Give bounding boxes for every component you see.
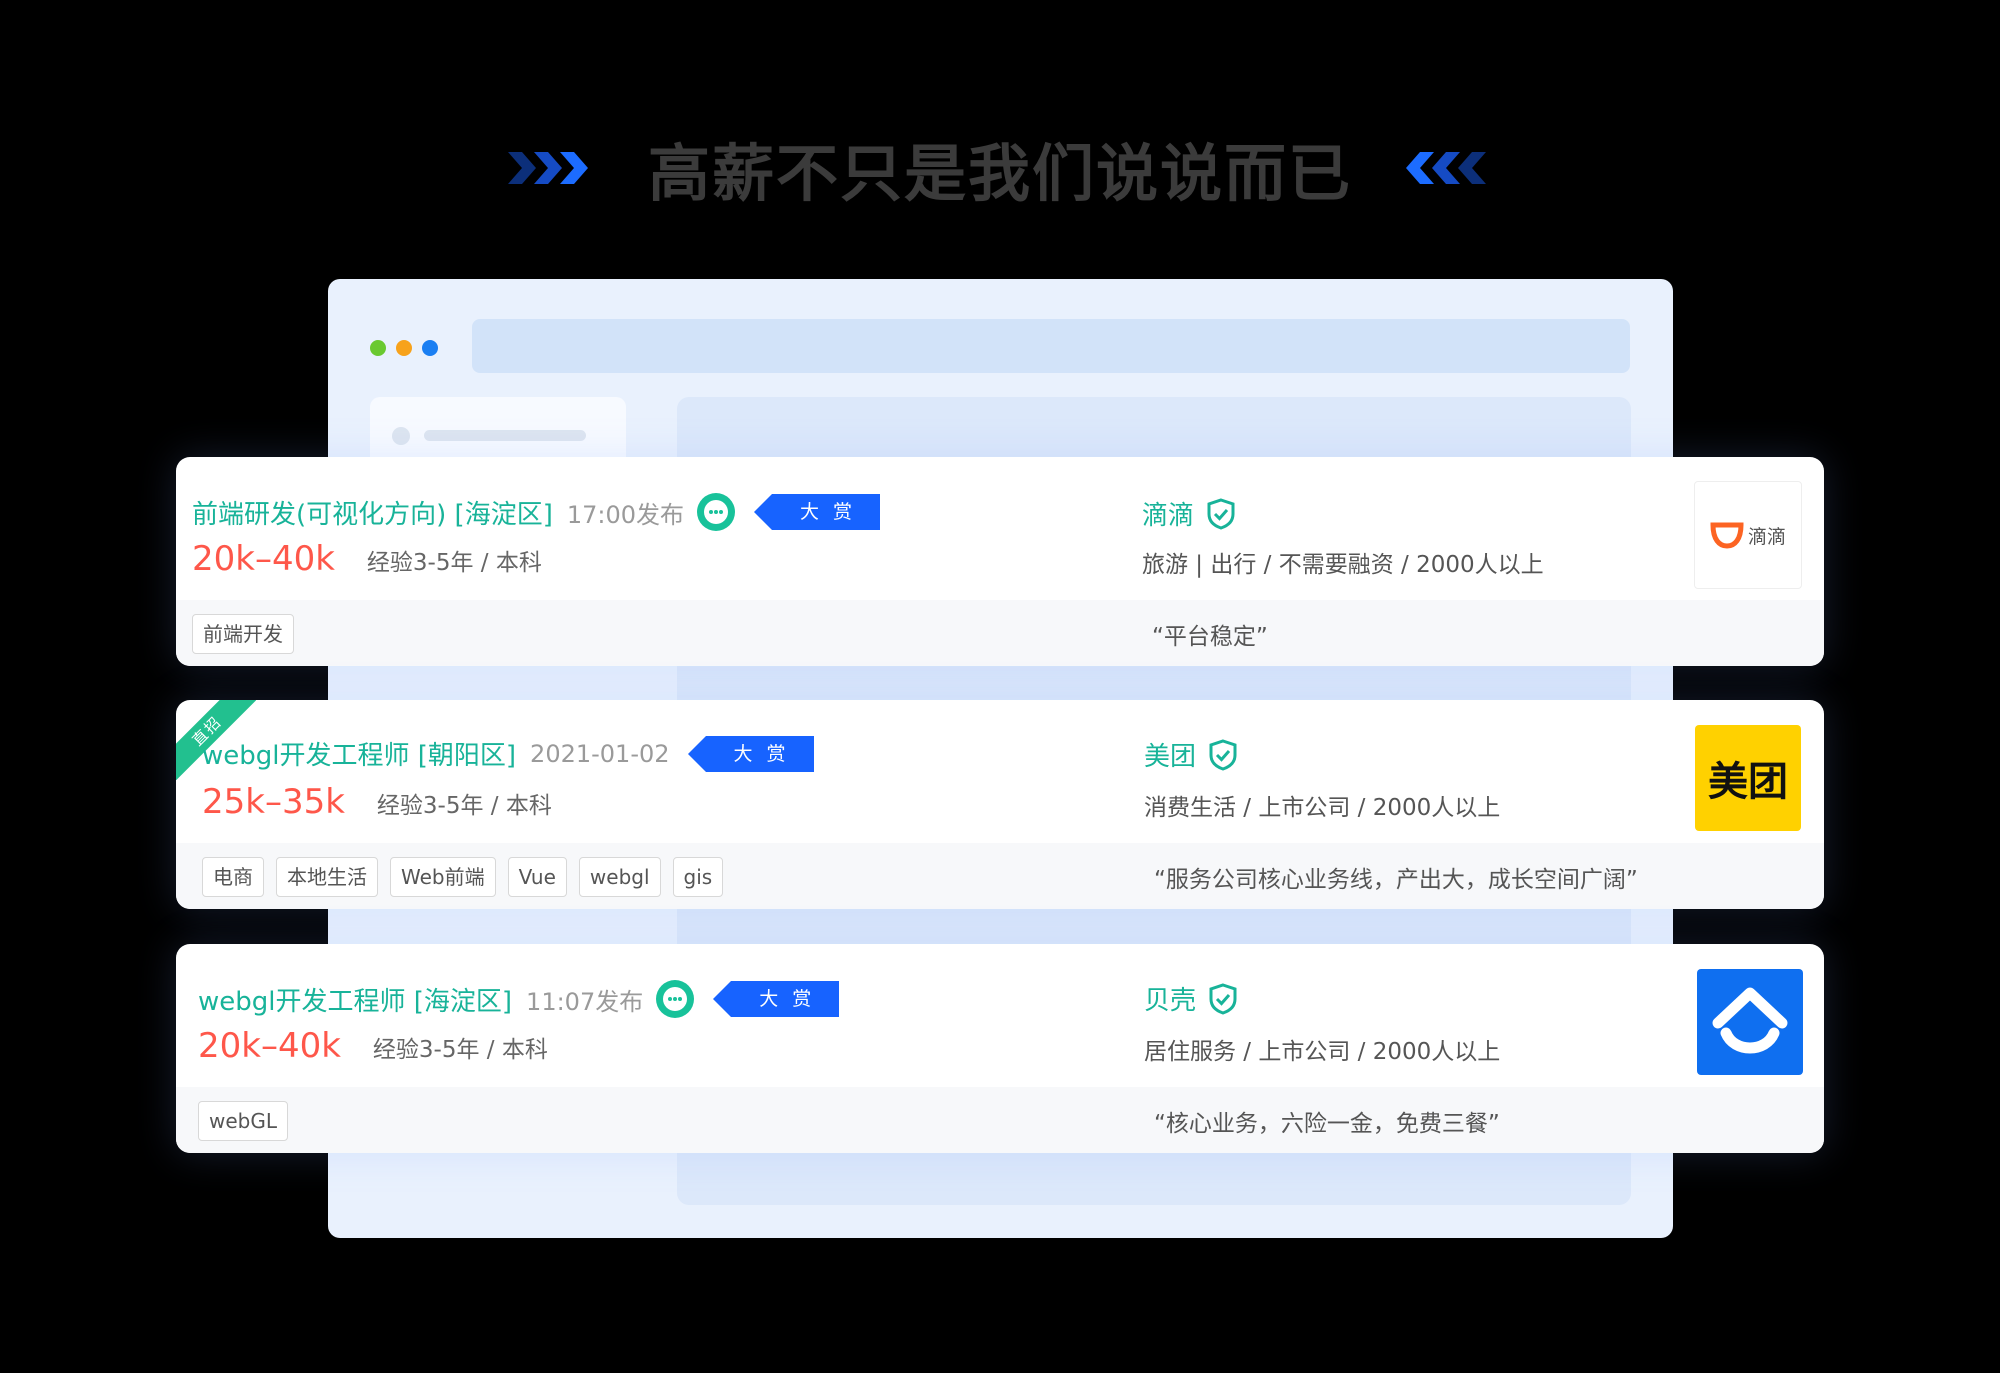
award-badge: 大赏 [687,735,814,772]
company-info: 消费生活 / 上市公司 / 2000人以上 [1144,795,1501,821]
company-row: 美团 [1144,736,1238,773]
tag[interactable]: gis [672,857,724,897]
award-badge-label: 大赏 [759,988,826,1010]
job-header: webgl开发工程师 [朝阳区] 2021-01-02 大赏 [202,735,814,772]
salary-row: 25k–35k 经验3-5年 / 本科 [202,782,552,822]
job-header: 前端研发(可视化方向) [海淀区] 17:00发布 大赏 [192,492,881,532]
verified-shield-icon [1207,497,1235,530]
requirements: 经验3-5年 / 本科 [376,793,552,819]
headline: 高薪不只是我们说说而已 [0,118,2000,218]
tag[interactable]: webgl [578,857,661,897]
salary-row: 20k–40k 经验3-5年 / 本科 [192,539,542,579]
job-time: 2021-01-02 [530,739,670,768]
salary: 25k–35k [202,782,345,822]
headline-title: 高薪不只是我们说说而已 [647,137,1352,210]
tag[interactable]: Web前端 [390,857,496,897]
window-dot-green [370,340,386,356]
company-row: 贝壳 [1144,980,1238,1017]
meituan-logo[interactable]: 美团 [1695,725,1801,831]
salary-row: 20k–40k 经验3-5年 / 本科 [198,1026,548,1066]
chat-bubble-icon[interactable] [655,979,695,1019]
job-title[interactable]: webgl开发工程师 [海淀区] [198,981,512,1018]
tag[interactable]: 本地生活 [276,857,378,897]
window-dot-blue [422,340,438,356]
job-title[interactable]: 前端研发(可视化方向) [海淀区] [192,494,553,531]
award-badge: 大赏 [754,494,881,530]
window-dot-orange [396,340,412,356]
award-badge-label: 大赏 [733,742,800,765]
salary: 20k–40k [198,1026,341,1066]
tag[interactable]: Vue [507,857,567,897]
beike-house-icon [1712,987,1788,1054]
card-footer [176,1087,1824,1153]
tag[interactable]: webGL [198,1101,288,1141]
address-bar [472,319,1630,373]
tag[interactable]: 电商 [202,857,264,897]
beike-logo[interactable] [1697,969,1803,1075]
job-time: 17:00发布 [566,500,685,529]
company-info: 居住服务 / 上市公司 / 2000人以上 [1144,1039,1501,1065]
meituan-logo-text: 美团 [1708,759,1788,805]
didi-mark-icon [1710,522,1744,549]
job-card-beike[interactable]: webgl开发工程师 [海淀区] 11:07发布 大赏 20k–40k 经验3-… [176,944,1824,1153]
company-name[interactable]: 滴滴 [1142,495,1194,532]
job-header: webgl开发工程师 [海淀区] 11:07发布 大赏 [198,979,840,1019]
didi-logo-text: 滴滴 [1747,525,1786,548]
company-quote: “平台稳定” [1152,624,1268,650]
chat-bubble-icon[interactable] [696,492,736,532]
job-title[interactable]: webgl开发工程师 [朝阳区] [202,735,516,772]
company-quote: “核心业务，六险一金，免费三餐” [1154,1111,1500,1137]
didi-logo[interactable]: 滴滴 [1694,481,1802,589]
sidebar-placeholder-dot [392,427,410,445]
verified-shield-icon [1209,738,1237,771]
company-name[interactable]: 美团 [1144,736,1196,773]
job-time: 11:07发布 [526,987,644,1016]
award-badge: 大赏 [713,981,840,1017]
award-badge-label: 大赏 [800,501,867,523]
tag[interactable]: 前端开发 [192,614,294,654]
job-card-meituan[interactable]: 直招 webgl开发工程师 [朝阳区] 2021-01-02 大赏 25k–35… [176,700,1824,909]
chevrons-left-icon [1406,152,1486,184]
chevrons-right-icon [507,152,588,184]
company-row: 滴滴 [1142,495,1236,532]
verified-shield-icon [1209,982,1237,1015]
job-card-didi[interactable]: 前端研发(可视化方向) [海淀区] 17:00发布 大赏 20k–40k 经验3… [176,457,1824,666]
requirements: 经验3-5年 / 本科 [372,1037,548,1063]
sidebar-placeholder-line [424,430,586,441]
tag-list: 电商 本地生活 Web前端 Vue webgl gis [202,857,724,897]
company-name[interactable]: 贝壳 [1144,980,1196,1017]
company-info: 旅游 | 出行 / 不需要融资 / 2000人以上 [1142,552,1544,578]
tag-list: 前端开发 [192,614,294,654]
card-footer [176,600,1824,666]
company-quote: “服务公司核心业务线，产出大，成长空间广阔” [1154,867,1638,893]
salary: 20k–40k [192,539,335,579]
tag-list: webGL [198,1101,288,1141]
requirements: 经验3-5年 / 本科 [366,550,542,576]
